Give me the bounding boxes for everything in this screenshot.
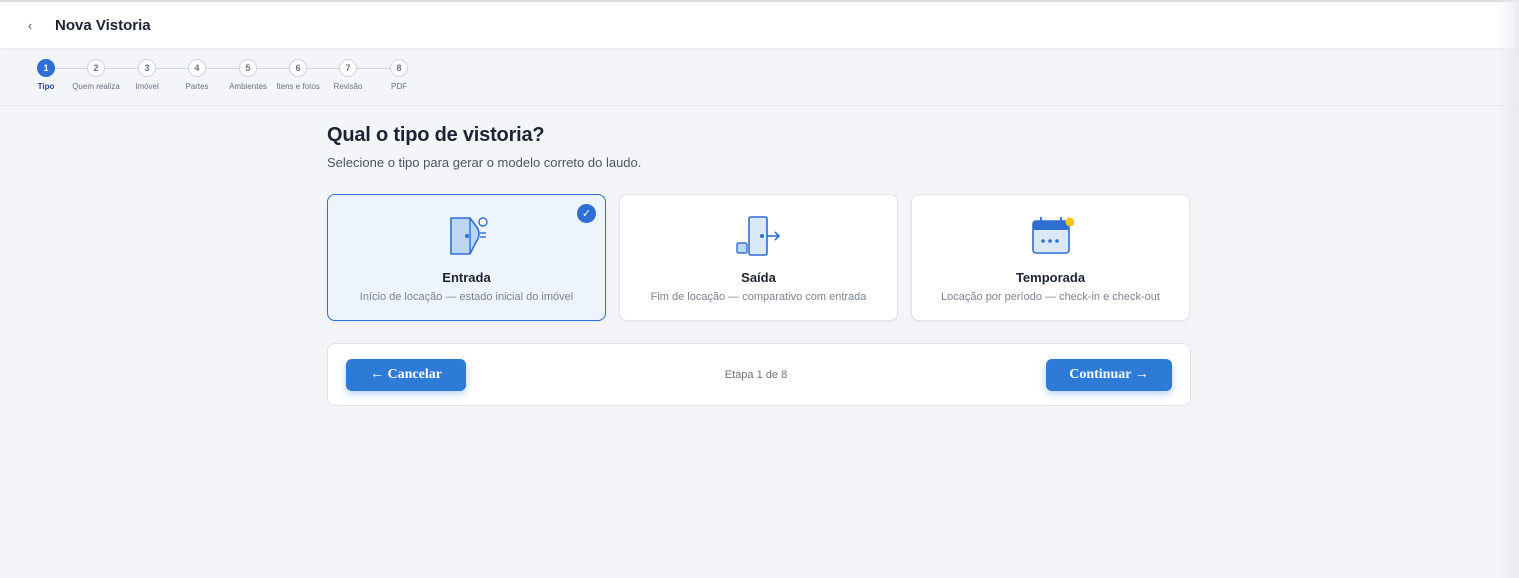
main-content: Qual o tipo de vistoria? Selecione o tip… <box>327 124 1191 406</box>
door-key-icon <box>449 217 488 255</box>
step-label: Imóvel <box>135 82 159 91</box>
step-label: Tipo <box>37 82 55 91</box>
step-label: Revisão <box>333 82 363 91</box>
option-description: Início de locação — estado inicial do im… <box>359 291 574 303</box>
option-description: Locação por período — check-in e check-o… <box>941 291 1160 303</box>
chevron-left-icon[interactable]: ‹ <box>28 18 32 33</box>
option-description: Fim de locação — comparativo com entrada <box>650 291 867 303</box>
door-exit-icon <box>735 216 780 256</box>
step-label: Partes <box>185 82 209 91</box>
option-title: Saída <box>741 270 776 285</box>
type-options: ✓ Entrada Início de locação — estado ini… <box>327 194 1191 321</box>
page-title: Nova Vistoria <box>55 16 151 34</box>
step-number: 5 <box>239 59 257 77</box>
option-card-saida[interactable]: Saída Fim de locação — comparativo com e… <box>619 194 898 321</box>
cancel-button[interactable]: ← Cancelar <box>346 358 466 391</box>
step-label: Itens e fotos <box>276 82 320 91</box>
step-label: Quem realiza <box>72 82 120 91</box>
stepper: 1 Tipo 2 Quem realiza 3 Imóvel 4 Partes … <box>0 48 1519 106</box>
step-label: PDF <box>391 82 407 91</box>
check-icon: ✓ <box>577 204 596 223</box>
step-number: 1 <box>37 59 55 77</box>
step-label: Ambientes <box>229 82 267 91</box>
step-number: 2 <box>87 59 105 77</box>
option-card-temporada[interactable]: Temporada Locação por período — check-in… <box>911 194 1190 321</box>
question-subtitle: Selecione o tipo para gerar o modelo cor… <box>327 155 642 170</box>
back-button[interactable]: ‹ <box>21 16 39 34</box>
step-number: 3 <box>138 59 156 77</box>
step-number: 4 <box>188 59 206 77</box>
step-number: 7 <box>339 59 357 77</box>
calendar-icon <box>1031 217 1074 254</box>
step-8-pdf[interactable]: 8 PDF <box>369 59 429 91</box>
wizard-footer: ← Cancelar Etapa 1 de 8 Continuar → <box>327 343 1191 406</box>
step-number: 8 <box>390 59 408 77</box>
option-title: Temporada <box>1015 270 1086 285</box>
step-number: 6 <box>289 59 307 77</box>
top-header: ‹ Nova Vistoria <box>0 0 1519 48</box>
window-edge-shadow <box>1497 0 1519 578</box>
step-counter: Etapa 1 de 8 <box>724 368 788 381</box>
question-heading: Qual o tipo de vistoria? <box>327 124 545 146</box>
option-title: Entrada <box>442 270 491 285</box>
continue-button[interactable]: Continuar → <box>1045 358 1172 391</box>
option-card-entrada[interactable]: ✓ Entrada Início de locação — estado ini… <box>327 194 606 321</box>
